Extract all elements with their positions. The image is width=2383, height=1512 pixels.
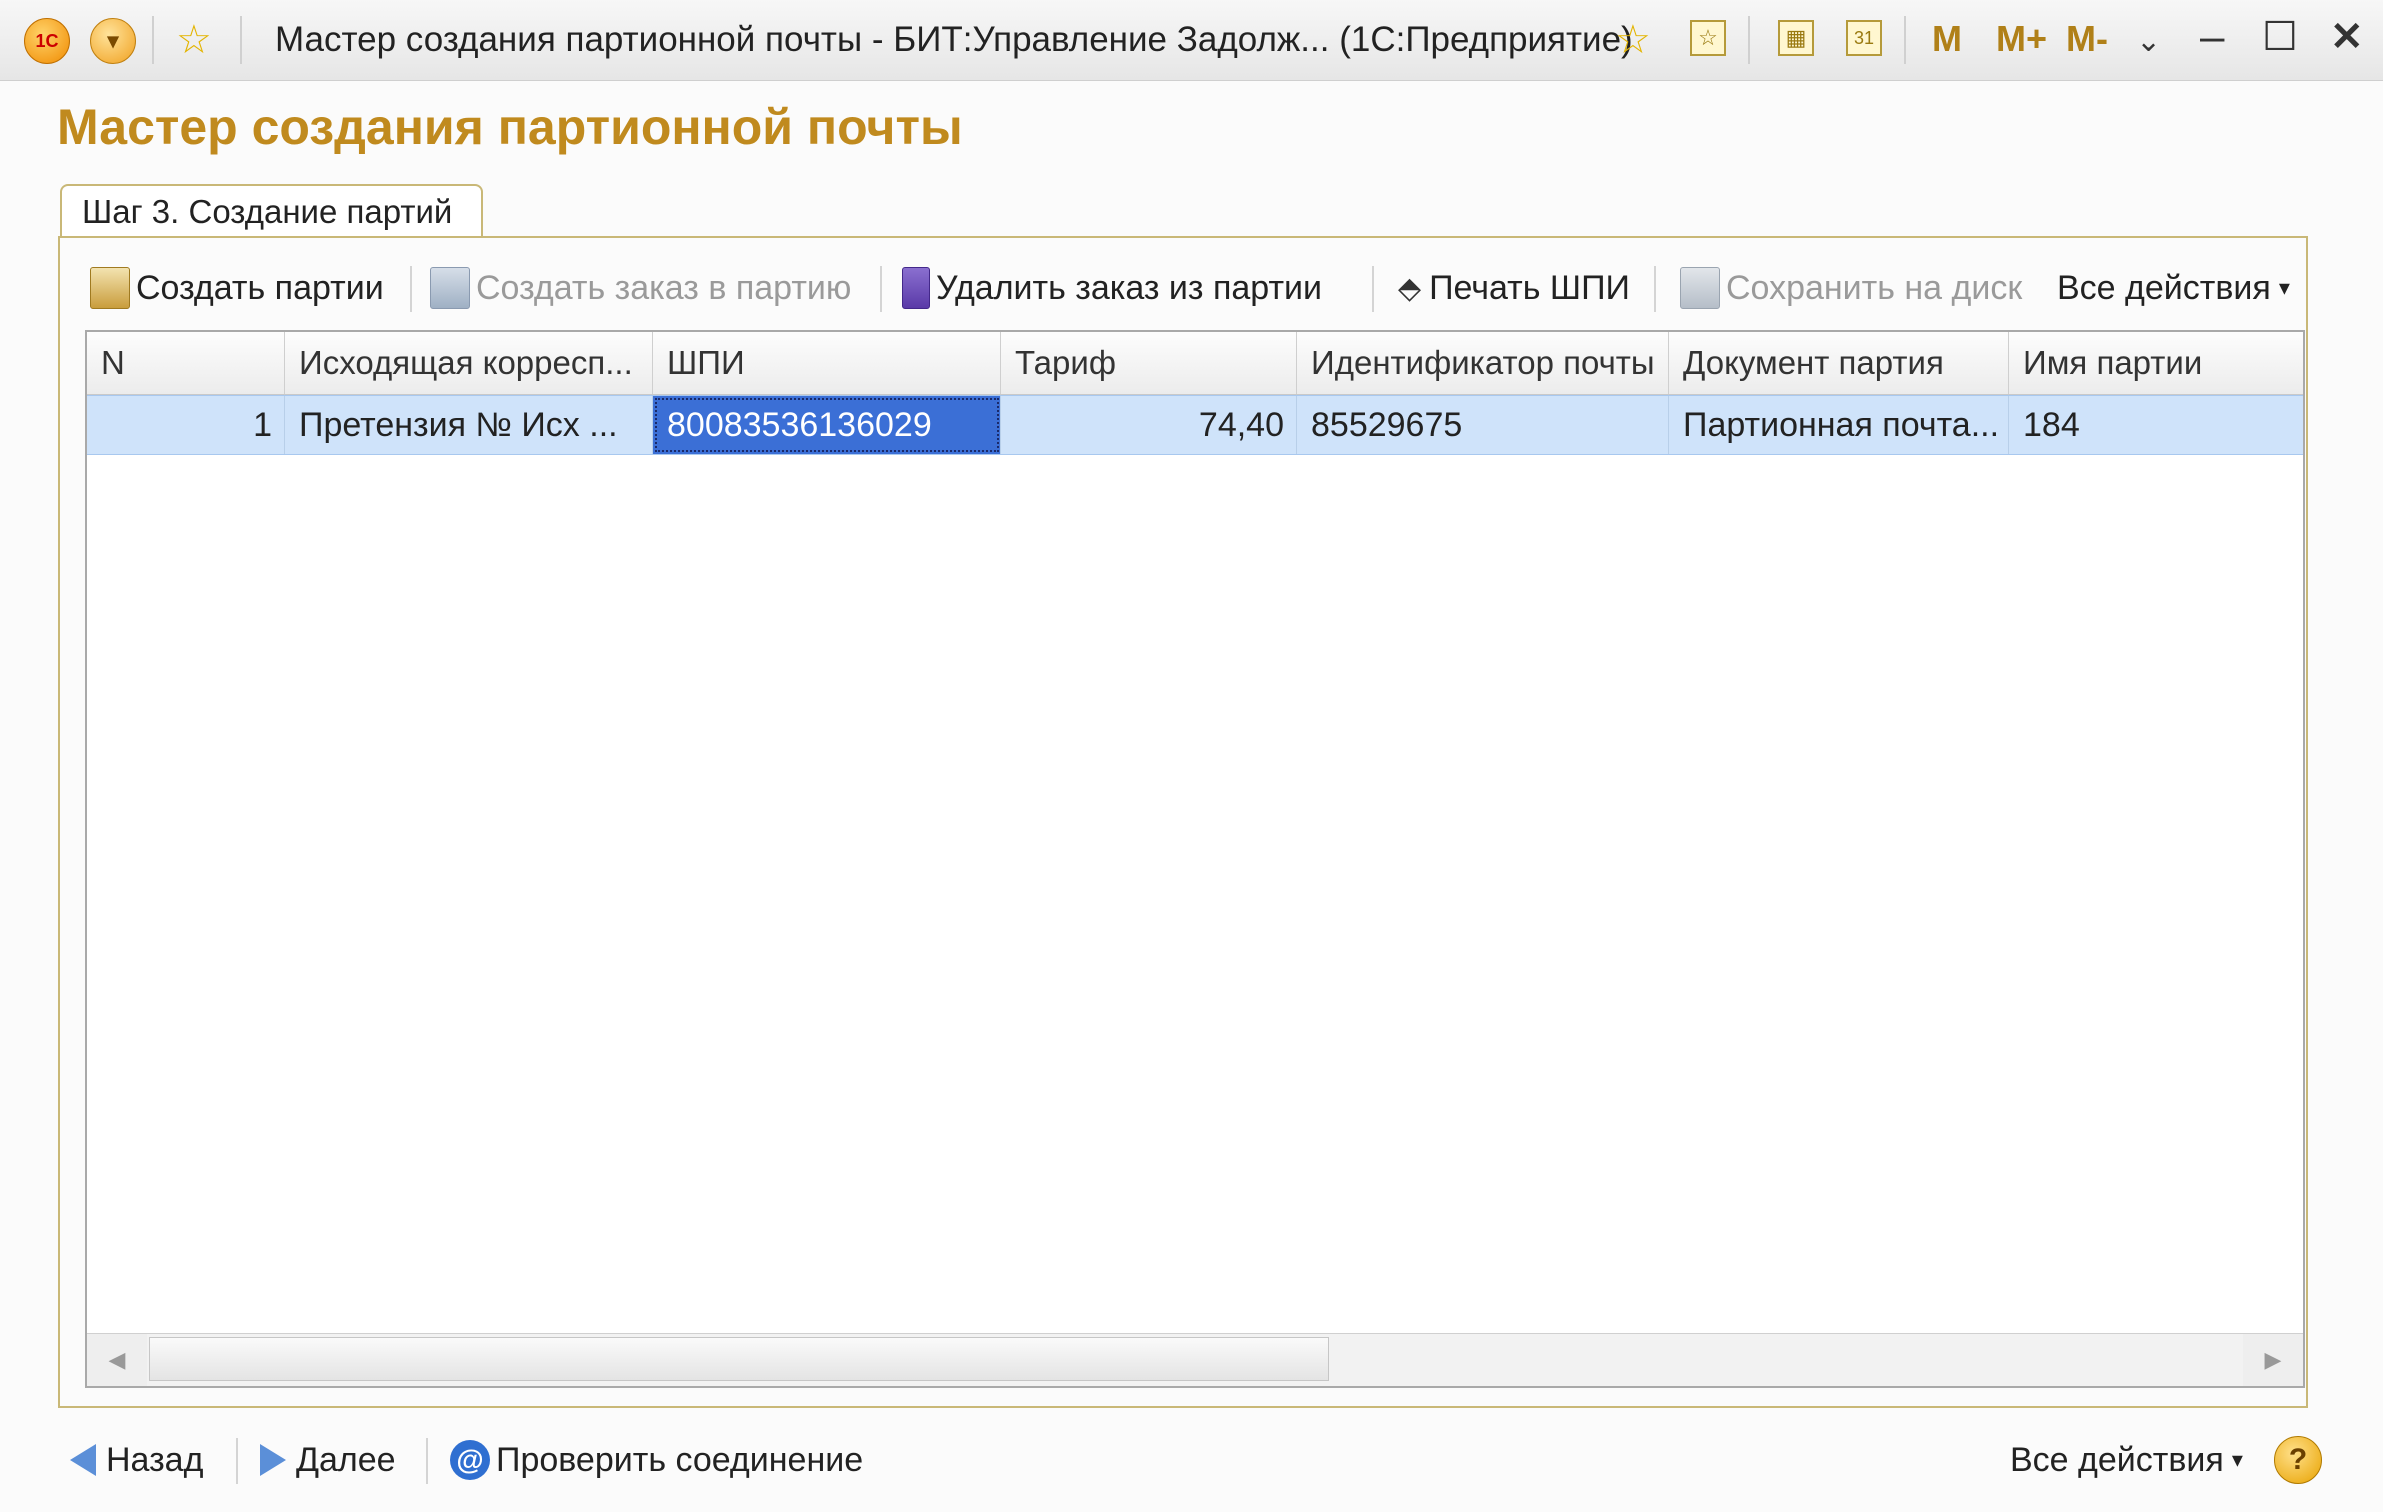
- delete-order-from-batch-button[interactable]: Удалить заказ из партии: [902, 258, 1322, 318]
- scroll-right-icon[interactable]: ▶: [2243, 1334, 2303, 1386]
- arrow-right-icon: [260, 1444, 286, 1476]
- help-button[interactable]: ?: [2274, 1420, 2322, 1500]
- print-shpi-button[interactable]: ⬘ Печать ШПИ: [1398, 258, 1630, 318]
- print-arrow-icon: ⬘: [1398, 271, 1422, 305]
- cell-tariff[interactable]: 74,40: [1001, 396, 1297, 454]
- column-header-batch-name[interactable]: Имя партии: [2009, 332, 2303, 394]
- cell-batch-name[interactable]: 184: [2009, 396, 2303, 454]
- column-header-shpi[interactable]: ШПИ: [653, 332, 1001, 394]
- dropdown-caret-icon: ▾: [2231, 1447, 2243, 1472]
- divider: [152, 16, 154, 64]
- print-shpi-label: Печать ШПИ: [1429, 268, 1630, 307]
- batches-table[interactable]: N Исходящая корресп... ШПИ Тариф Идентиф…: [85, 330, 2305, 1388]
- next-button[interactable]: Далее: [260, 1420, 396, 1500]
- divider: [880, 266, 882, 312]
- clipboard-icon: [90, 267, 130, 309]
- add-to-favorites-icon[interactable]: ☆: [1615, 16, 1651, 64]
- cell-mail-id[interactable]: 85529675: [1297, 396, 1669, 454]
- column-header-outgoing[interactable]: Исходящая корресп...: [285, 332, 653, 394]
- close-button[interactable]: ✕: [2330, 14, 2364, 60]
- scrollbar-thumb[interactable]: [149, 1337, 1329, 1381]
- memory-m-button[interactable]: M: [1932, 18, 1962, 60]
- add-order-icon: [430, 267, 470, 309]
- create-order-in-batch-button[interactable]: Создать заказ в партию: [430, 258, 851, 318]
- dropdown-caret-icon: ▾: [2278, 275, 2290, 300]
- check-connection-label: Проверить соединение: [496, 1440, 864, 1479]
- 1c-logo-icon[interactable]: 1C: [24, 18, 70, 64]
- cell-outgoing[interactable]: Претензия № Исх ...: [285, 396, 653, 454]
- footer-bar: Назад Далее @ Проверить соединение Все д…: [60, 1420, 2330, 1500]
- all-actions-label: Все действия: [2057, 268, 2271, 307]
- divider: [1654, 266, 1656, 312]
- tab-step-3[interactable]: Шаг 3. Создание партий: [60, 184, 483, 240]
- calculator-icon[interactable]: ▦: [1778, 20, 1814, 56]
- divider: [410, 266, 412, 312]
- check-connection-button[interactable]: @ Проверить соединение: [450, 1420, 863, 1500]
- title-bar: 1C ▾ ☆ Мастер создания партионной почты …: [0, 0, 2383, 81]
- application-window: 1C ▾ ☆ Мастер создания партионной почты …: [0, 0, 2383, 1512]
- chevron-down-icon[interactable]: ⌄: [2136, 24, 2161, 59]
- divider: [1748, 16, 1750, 64]
- next-label: Далее: [296, 1440, 396, 1479]
- save-to-disk-label: Сохранить на диск: [1726, 268, 2023, 307]
- divider: [240, 16, 242, 64]
- at-sign-icon: @: [450, 1440, 490, 1480]
- memory-minus-button[interactable]: M-: [2066, 18, 2108, 60]
- help-icon: ?: [2274, 1436, 2322, 1484]
- divider: [426, 1438, 428, 1484]
- column-header-batch-doc[interactable]: Документ партия: [1669, 332, 2009, 394]
- divider: [236, 1438, 238, 1484]
- bookmark-icon[interactable]: ☆: [1690, 20, 1726, 56]
- divider: [1372, 266, 1374, 312]
- column-header-mail-id[interactable]: Идентификатор почты: [1297, 332, 1669, 394]
- minimize-button[interactable]: –: [2200, 12, 2224, 62]
- create-batches-button[interactable]: Создать партии: [90, 258, 384, 318]
- scroll-left-icon[interactable]: ◀: [87, 1334, 147, 1386]
- favorite-star-icon[interactable]: ☆: [176, 16, 212, 64]
- cell-shpi[interactable]: 80083536136029: [653, 396, 1001, 454]
- cell-batch-doc[interactable]: Партионная почта...: [1669, 396, 2009, 454]
- table-header: N Исходящая корресп... ШПИ Тариф Идентиф…: [87, 332, 2303, 395]
- arrow-left-icon: [70, 1444, 96, 1476]
- column-header-tariff[interactable]: Тариф: [1001, 332, 1297, 394]
- window-title: Мастер создания партионной почты - БИТ:У…: [275, 20, 1633, 59]
- back-button[interactable]: Назад: [70, 1420, 203, 1500]
- create-batches-label: Создать партии: [136, 268, 384, 307]
- maximize-button[interactable]: ☐: [2262, 14, 2298, 60]
- cell-n[interactable]: 1: [87, 396, 285, 454]
- table-row[interactable]: 1 Претензия № Исх ... 80083536136029 74,…: [87, 395, 2303, 455]
- create-order-in-batch-label: Создать заказ в партию: [476, 268, 852, 307]
- delete-order-from-batch-label: Удалить заказ из партии: [936, 268, 1323, 307]
- divider: [1904, 16, 1906, 64]
- footer-all-actions-label: Все действия: [2010, 1440, 2224, 1479]
- page-title: Мастер создания партионной почты: [57, 99, 963, 155]
- calendar-icon[interactable]: 31: [1846, 20, 1882, 56]
- memory-plus-button[interactable]: M+: [1996, 18, 2047, 60]
- back-label: Назад: [106, 1440, 204, 1479]
- menu-dropdown-icon[interactable]: ▾: [90, 18, 136, 64]
- toolbar: Создать партии Создать заказ в партию Уд…: [90, 258, 2300, 318]
- column-header-n[interactable]: N: [87, 332, 285, 394]
- save-to-disk-button[interactable]: Сохранить на диск: [1680, 258, 2022, 318]
- all-actions-menu[interactable]: Все действия ▾: [2057, 258, 2290, 318]
- save-disk-icon: [1680, 267, 1720, 309]
- footer-all-actions-menu[interactable]: Все действия ▾: [2010, 1420, 2243, 1500]
- horizontal-scrollbar[interactable]: ◀ ▶: [87, 1333, 2303, 1386]
- trash-icon: [902, 267, 930, 309]
